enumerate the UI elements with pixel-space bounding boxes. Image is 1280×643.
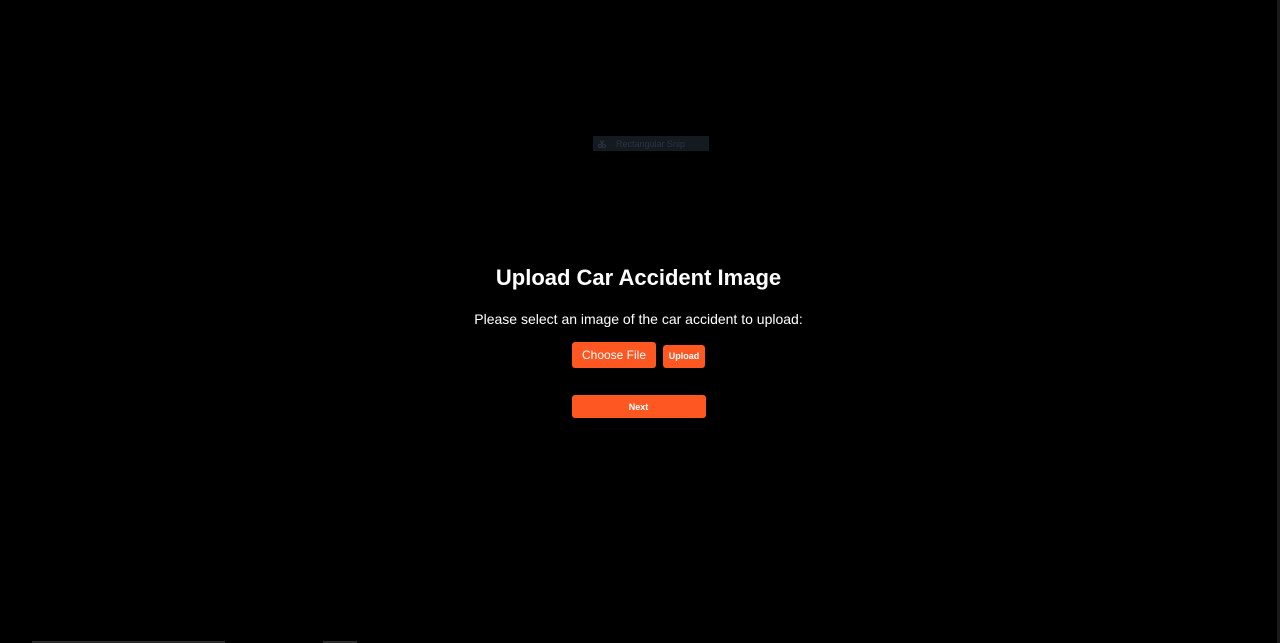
file-input-row: Choose File Upload bbox=[0, 342, 1277, 368]
page: Rectangular Snip Upload Car Accident Ima… bbox=[0, 0, 1280, 643]
snip-mode-label[interactable]: Rectangular Snip bbox=[616, 139, 685, 149]
snip-toolbar[interactable]: Rectangular Snip bbox=[593, 136, 709, 151]
page-title: Upload Car Accident Image bbox=[495, 265, 782, 290]
upload-button[interactable]: Upload bbox=[663, 344, 705, 368]
scissors-icon bbox=[598, 139, 606, 148]
next-button[interactable]: Next bbox=[571, 395, 706, 418]
upload-card: Upload Car Accident Image Please select … bbox=[0, 264, 1277, 418]
choose-file-button[interactable]: Choose File bbox=[572, 342, 656, 368]
upload-instructions: Please select an image of the car accide… bbox=[474, 311, 803, 327]
next-row: Next bbox=[0, 395, 1277, 418]
